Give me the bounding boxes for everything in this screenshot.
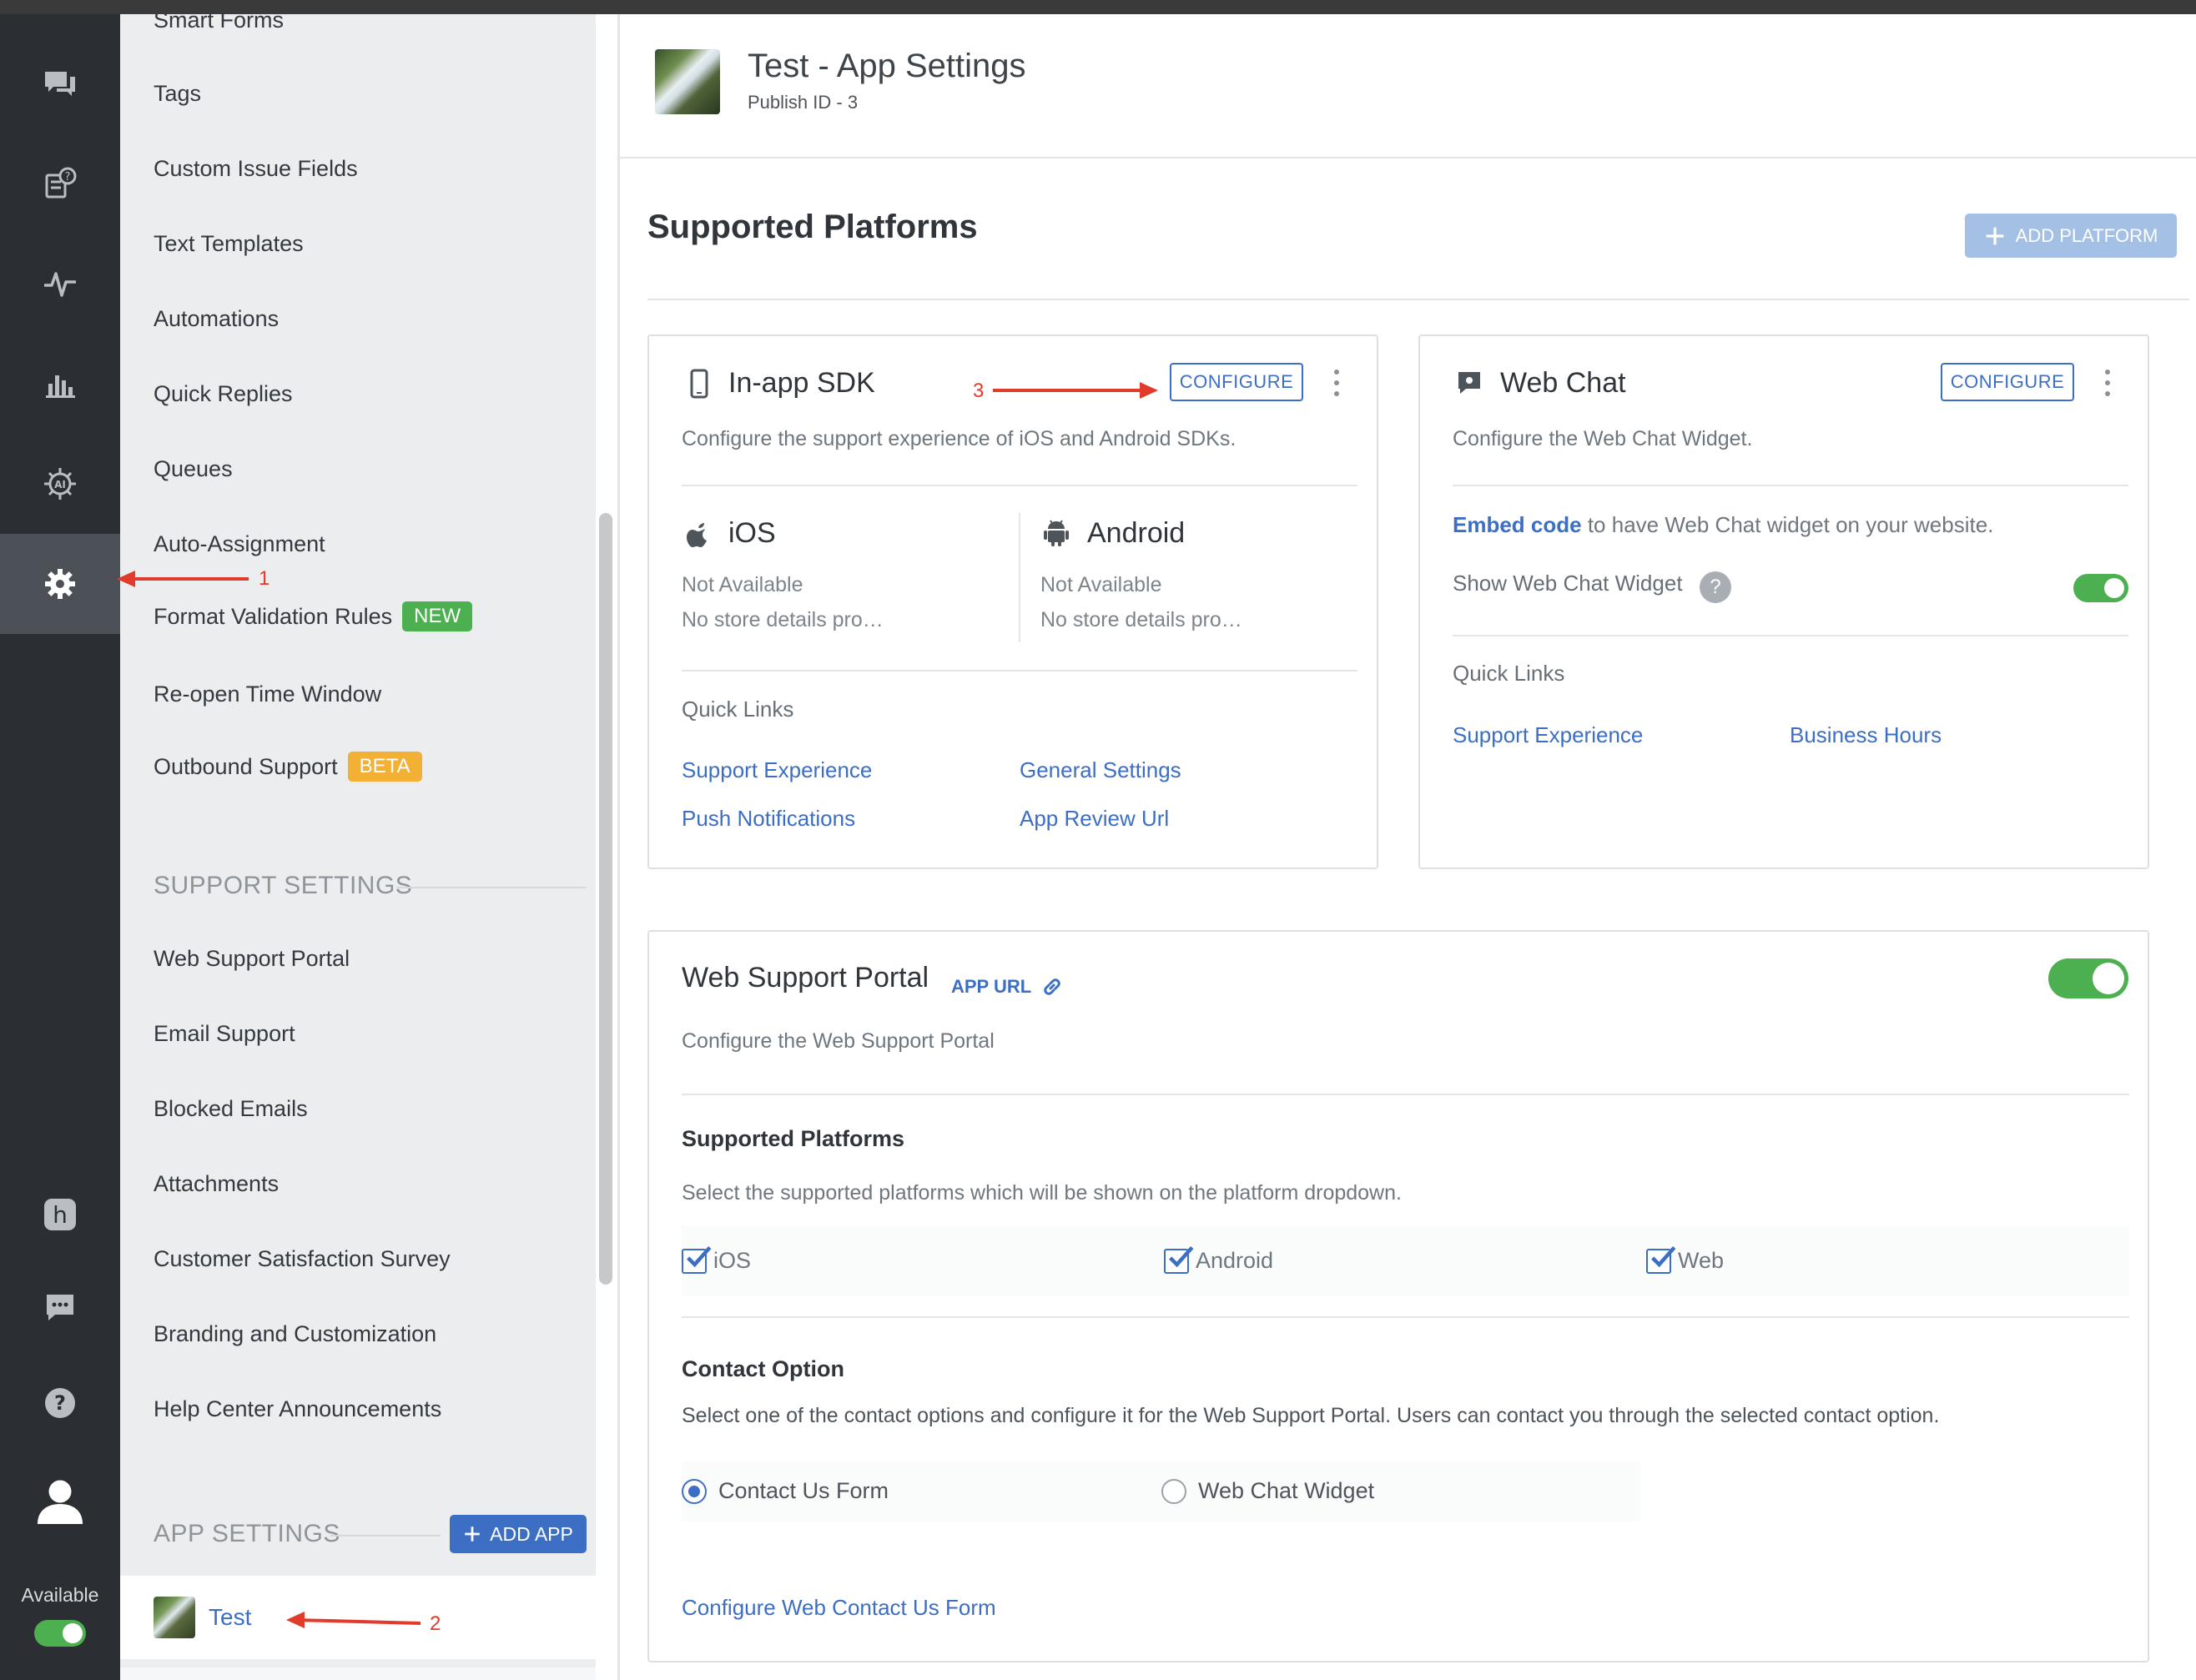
annotation-number-2: 2 [430, 1612, 441, 1635]
annotation-number-1: 1 [259, 567, 270, 590]
annotation-arrow-2 [286, 1612, 421, 1628]
annotation-number-3: 3 [973, 380, 985, 402]
annotation-arrow-1 [117, 571, 249, 587]
annotation-overlay [117, 382, 1158, 1628]
annotation-arrow-3 [993, 382, 1158, 399]
